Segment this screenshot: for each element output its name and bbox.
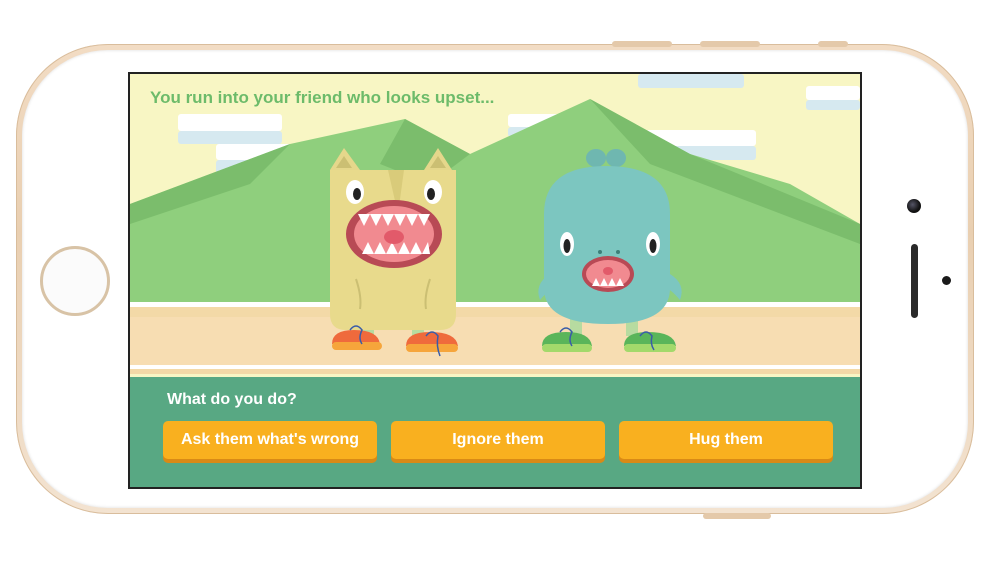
front-camera — [907, 199, 921, 213]
scene-illustration — [130, 74, 860, 374]
question-text: What do you do? — [167, 391, 297, 408]
hug-them-button[interactable]: Hug them — [619, 421, 833, 459]
yellow-cat-monster-icon — [330, 148, 458, 357]
volume-down-button — [700, 41, 760, 47]
game-screen: You run into your friend who looks upset… — [128, 72, 862, 489]
scene-prompt: You run into your friend who looks upset… — [150, 88, 495, 107]
ignore-them-button[interactable]: Ignore them — [391, 421, 605, 459]
earpiece-speaker — [911, 244, 918, 318]
path-stripe — [130, 369, 860, 374]
power-button — [703, 513, 771, 519]
path-edge — [130, 365, 860, 369]
volume-up-button — [612, 41, 672, 47]
ask-what-wrong-button[interactable]: Ask them what's wrong — [163, 421, 377, 459]
cloud-icon — [178, 114, 282, 144]
choice-panel: What do you do? Ask them what's wrong Ig… — [130, 377, 860, 487]
path-stripe — [130, 307, 860, 317]
path-edge — [130, 302, 860, 307]
home-button[interactable] — [40, 246, 110, 316]
proximity-sensor — [942, 276, 951, 285]
cloud-icon — [806, 86, 860, 110]
path — [130, 317, 860, 365]
cloud-icon — [638, 74, 744, 88]
mute-switch — [818, 41, 848, 47]
